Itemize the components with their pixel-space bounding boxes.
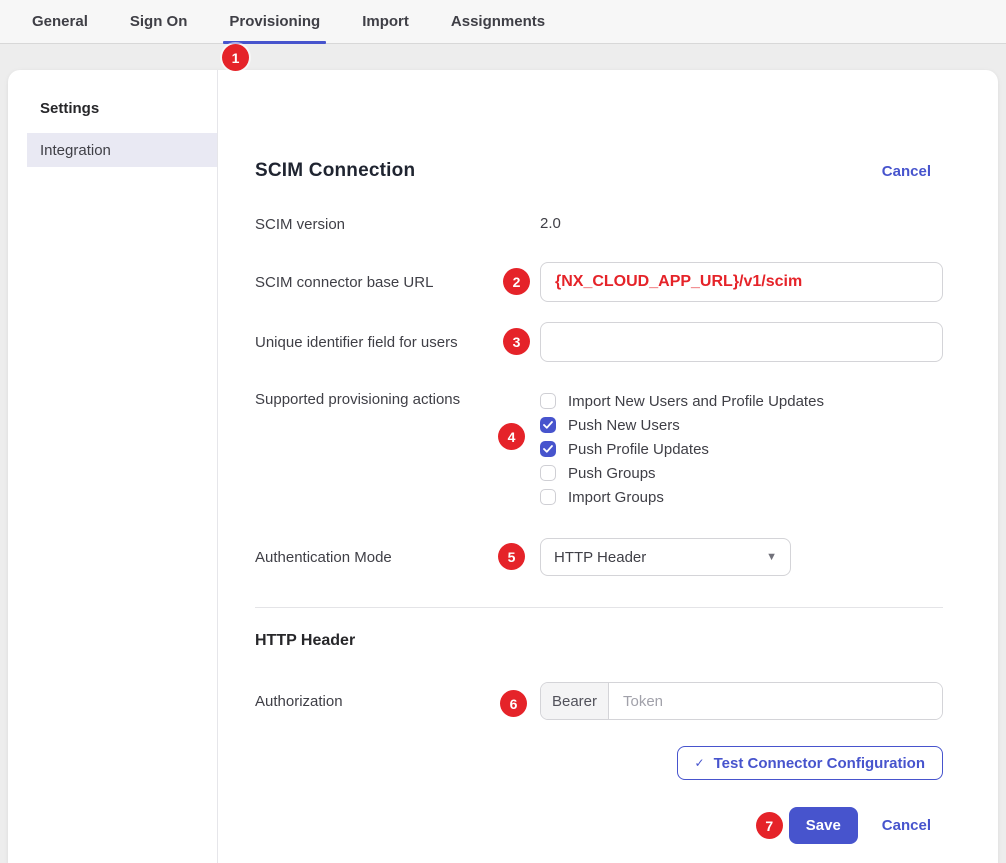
test-connector-label: Test Connector Configuration [714, 755, 925, 772]
section-divider [255, 607, 943, 608]
sidebar-heading: Settings [40, 100, 217, 117]
checkbox-checked[interactable] [540, 441, 556, 457]
auth-mode-select[interactable]: HTTP Header ▼ [540, 538, 791, 576]
annotation-badge-6: 6 [500, 690, 527, 717]
provisioning-actions-row: Supported provisioning actions 4 Import … [255, 389, 943, 509]
sidebar-item-integration[interactable]: Integration [27, 133, 217, 167]
app-tab-bar: General Sign On Provisioning Import Assi… [0, 0, 1006, 44]
auth-mode-row: Authentication Mode 5 HTTP Header ▼ [255, 538, 943, 576]
unique-id-row: Unique identifier field for users 3 [255, 322, 943, 362]
cancel-button[interactable]: Cancel [882, 817, 931, 834]
option-push-groups[interactable]: Push Groups [540, 461, 943, 485]
tab-label: Provisioning [229, 13, 320, 30]
authorization-label: Authorization [255, 693, 540, 710]
tab-import[interactable]: Import [356, 0, 415, 43]
unique-id-label: Unique identifier field for users [255, 334, 540, 351]
form-footer: 7 Save Cancel [255, 807, 943, 844]
authorization-input-group: Bearer [540, 682, 943, 720]
tab-label: General [32, 13, 88, 30]
scim-version-value: 2.0 [540, 215, 561, 232]
scim-version-row: SCIM version 2.0 [255, 215, 943, 233]
bearer-prefix: Bearer [541, 683, 609, 719]
scim-version-label: SCIM version [255, 216, 540, 233]
sidebar-item-label: Integration [40, 142, 111, 159]
token-input[interactable] [609, 683, 942, 719]
base-url-row: SCIM connector base URL 2 [255, 262, 943, 302]
annotation-badge-1: 1 [222, 44, 249, 71]
test-connector-button[interactable]: ✓ Test Connector Configuration [677, 746, 943, 780]
check-icon [543, 445, 553, 453]
annotation-badge-7: 7 [756, 812, 783, 839]
caret-down-icon: ▼ [766, 551, 777, 563]
annotation-badge-3: 3 [503, 328, 530, 355]
tab-label: Sign On [130, 13, 188, 30]
option-push-new-users[interactable]: Push New Users [540, 413, 943, 437]
provisioning-card: Settings Integration SCIM Connection Can… [8, 70, 998, 863]
tab-label: Import [362, 13, 409, 30]
provisioning-actions-label: Supported provisioning actions [255, 389, 540, 408]
check-icon: ✓ [695, 756, 705, 770]
checkbox-unchecked[interactable] [540, 465, 556, 481]
checkbox-unchecked[interactable] [540, 393, 556, 409]
tab-label: Assignments [451, 13, 545, 30]
base-url-input[interactable] [540, 262, 943, 302]
base-url-label: SCIM connector base URL [255, 274, 540, 291]
option-push-profile-updates[interactable]: Push Profile Updates [540, 437, 943, 461]
auth-mode-selected-value: HTTP Header [554, 549, 646, 566]
checkbox-unchecked[interactable] [540, 489, 556, 505]
scim-connection-form: SCIM Connection Cancel SCIM version 2.0 … [218, 70, 998, 863]
form-title: SCIM Connection [255, 160, 415, 182]
annotation-badge-5: 5 [498, 543, 525, 570]
checkbox-checked[interactable] [540, 417, 556, 433]
option-import-new-users[interactable]: Import New Users and Profile Updates [540, 389, 943, 413]
annotation-badge-4: 4 [498, 423, 525, 450]
unique-id-input[interactable] [540, 322, 943, 362]
settings-sidebar: Settings Integration [8, 70, 218, 863]
tab-provisioning[interactable]: Provisioning [223, 0, 326, 43]
check-icon [543, 421, 553, 429]
authorization-row: Authorization 6 Bearer [255, 682, 943, 720]
tab-sign-on[interactable]: Sign On [124, 0, 194, 43]
tab-general[interactable]: General [26, 0, 94, 43]
tab-assignments[interactable]: Assignments [445, 0, 551, 43]
cancel-link-top[interactable]: Cancel [882, 163, 931, 180]
http-header-section-title: HTTP Header [255, 632, 943, 650]
annotation-badge-2: 2 [503, 268, 530, 295]
save-button[interactable]: Save [789, 807, 858, 844]
option-import-groups[interactable]: Import Groups [540, 485, 943, 509]
